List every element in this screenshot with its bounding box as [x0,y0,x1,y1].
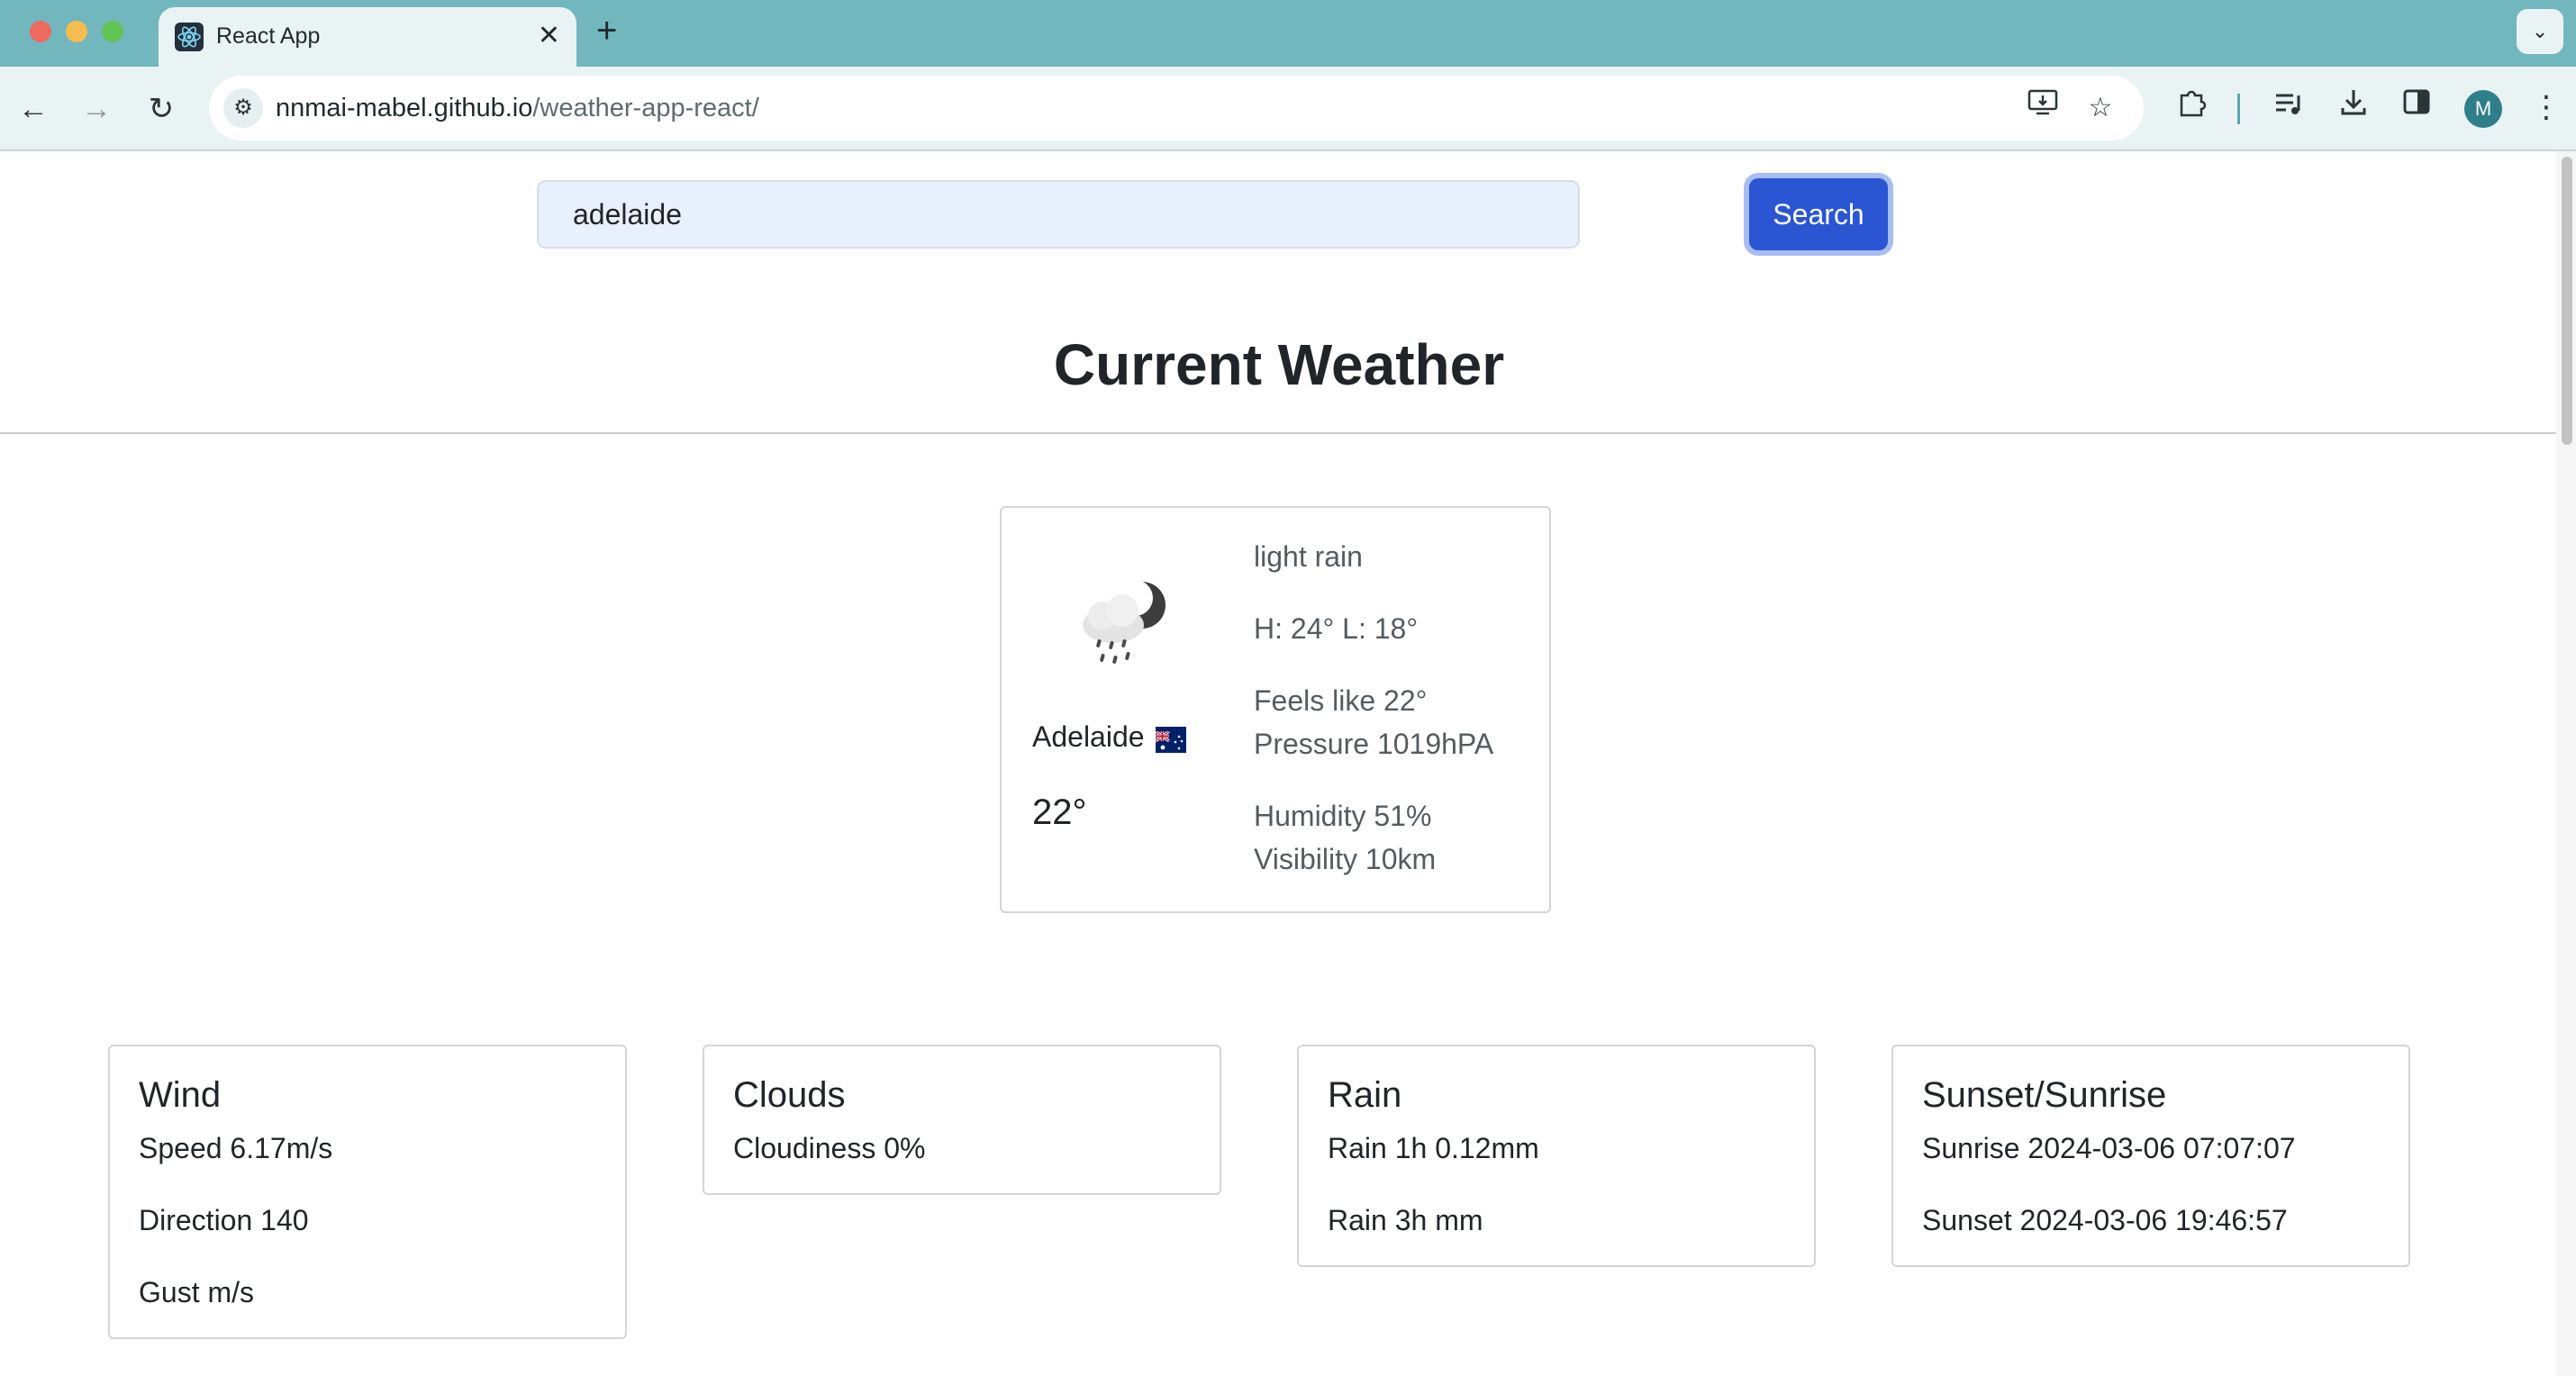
window-minimize-button[interactable] [66,21,87,42]
tab-search-chevron-icon[interactable]: ⌄ [2517,9,2563,54]
more-menu-icon[interactable]: ⋮ [2524,85,2569,130]
australia-flag-icon [1154,726,1186,753]
forward-arrow-icon[interactable]: → [74,86,119,131]
current-weather-card: Adelaide 22° light rain H: 24° L: 18° Fe… [1000,506,1551,913]
visibility: Visibility 10km [1254,843,1437,875]
side-panel-icon[interactable] [2394,85,2439,130]
sunset-time: Sunset 2024-03-06 19:46:57 [1922,1204,2288,1236]
rain-card: Rain Rain 1h 0.12mm Rain 3h mm [1297,1045,1816,1267]
new-tab-plus-icon[interactable]: + [596,11,617,50]
humidity: Humidity 51% [1254,800,1432,832]
rain-3h: Rain 3h mm [1328,1204,1483,1236]
sunset-sunrise-card: Sunset/Sunrise Sunrise 2024-03-06 07:07:… [1891,1045,2410,1267]
react-logo-icon [175,23,204,51]
browser-tab-active[interactable]: React App ✕ [159,7,576,67]
browser-toolbar: ← → ↻ ⚙ nnmai-mabel.github.io/weather-ap… [0,67,2576,151]
cloudiness: Cloudiness 0% [733,1132,926,1164]
site-info-tune-icon[interactable]: ⚙ [223,88,263,128]
window-close-button[interactable] [30,21,51,42]
cloud-rain-moon-icon [1070,575,1178,674]
url-text: nnmai-mabel.github.io/weather-app-react/ [276,94,759,123]
browser-tab-bar: React App ✕ + ⌄ [0,0,2576,67]
feels-like: Feels like 22° [1254,684,1428,717]
weather-description: light rain [1254,540,1363,573]
page-title: Current Weather [1053,332,1505,397]
title-divider [0,432,2558,434]
wind-direction: Direction 140 [139,1204,309,1236]
city-name: Adelaide [1032,720,1145,753]
tab-title: React App [216,23,321,49]
toolbar-separator [2237,94,2240,124]
wind-card-title: Wind [139,1075,222,1115]
search-button[interactable]: Search [1749,178,1888,250]
profile-avatar[interactable]: M [2464,90,2502,128]
url-path: /weather-app-react/ [532,94,759,122]
wind-speed: Speed 6.17m/s [139,1132,333,1164]
download-icon[interactable] [2331,85,2376,130]
bookmark-star-icon[interactable]: ☆ [2081,88,2120,128]
page-scrollbar[interactable] [2556,151,2576,1376]
tab-close-icon[interactable]: ✕ [538,20,560,52]
rain-card-title: Rain [1328,1075,1402,1115]
url-host: nnmai-mabel.github.io [276,94,533,122]
back-arrow-icon[interactable]: ← [11,86,56,131]
city-search-input[interactable] [537,180,1580,249]
page-viewport: Search Current Weather [0,151,2576,1376]
scrollbar-thumb[interactable] [2562,157,2572,445]
pressure: Pressure 1019hPA [1254,728,1494,760]
media-queue-icon[interactable] [2266,85,2311,130]
clouds-card: Clouds Cloudiness 0% [703,1045,1221,1195]
wind-card: Wind Speed 6.17m/s Direction 140 Gust m/… [108,1045,627,1339]
clouds-card-title: Clouds [733,1075,846,1115]
install-app-icon[interactable] [2023,88,2063,128]
sun-card-title: Sunset/Sunrise [1922,1075,2167,1115]
reload-icon[interactable]: ↻ [139,86,184,131]
sunrise-time: Sunrise 2024-03-06 07:07:07 [1922,1132,2296,1164]
city-name-row: Adelaide [1032,720,1186,754]
current-temperature: 22° [1032,792,1087,832]
extensions-puzzle-icon[interactable] [2169,85,2214,130]
rain-1h: Rain 1h 0.12mm [1328,1132,1539,1164]
wind-gust: Gust m/s [139,1276,255,1308]
window-maximize-button[interactable] [102,21,123,42]
high-low-temperature: H: 24° L: 18° [1254,612,1419,645]
address-bar[interactable]: ⚙ nnmai-mabel.github.io/weather-app-reac… [209,76,2144,140]
